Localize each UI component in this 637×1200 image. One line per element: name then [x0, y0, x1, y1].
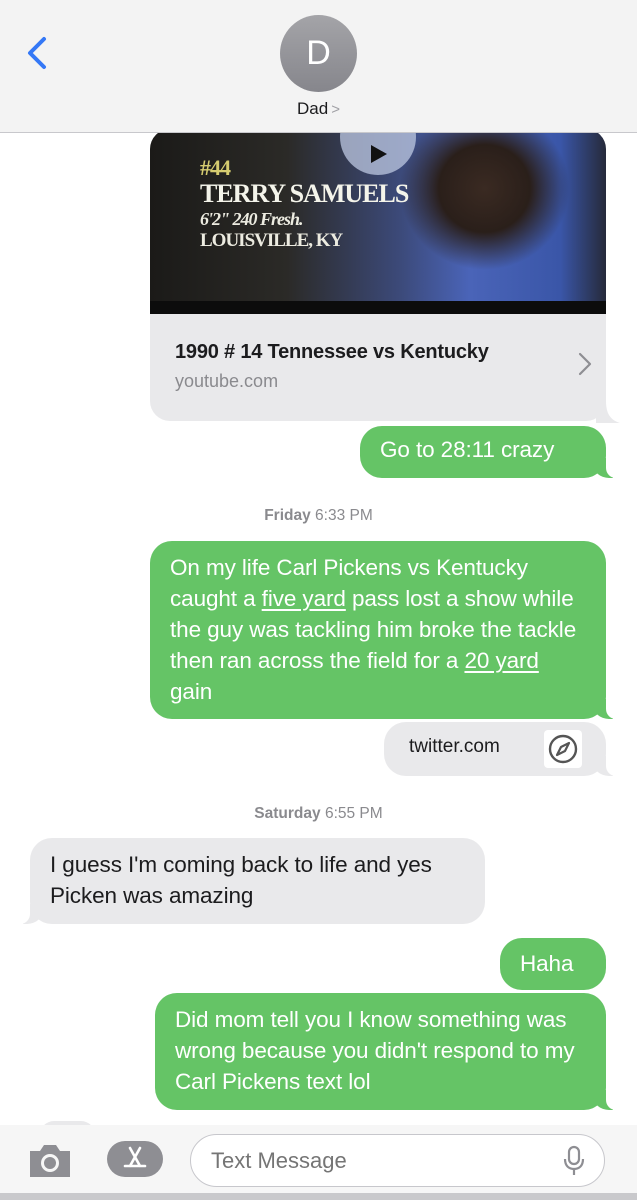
message-input[interactable] [190, 1134, 605, 1187]
conversation-header: D Dad > [0, 0, 637, 133]
timestamp-time: 6:33 PM [315, 507, 373, 524]
link-info[interactable]: 1990 # 14 Tennessee vs Kentucky youtube.… [150, 314, 606, 421]
app-store-icon [123, 1146, 147, 1168]
camera-button[interactable] [26, 1141, 74, 1181]
sent-message[interactable]: On my life Carl Pickens vs Kentucky caug… [150, 541, 620, 719]
thumbnail-player-name: TERRY SAMUELS [200, 179, 409, 208]
twitter-link-preview[interactable]: twitter.com [384, 722, 620, 776]
contact-name[interactable]: Dad > [0, 99, 637, 119]
youtube-link-preview[interactable]: #44 TERRY SAMUELS 6'2" 240 Fresh. LOUISV… [150, 133, 606, 421]
home-indicator-strip [0, 1193, 637, 1200]
sent-message[interactable]: Haha [500, 938, 606, 990]
player-image [390, 133, 600, 299]
timestamp-time: 6:55 PM [324, 805, 383, 822]
chevron-right-icon [578, 352, 592, 376]
timestamp: Friday 6:33 PM [0, 507, 637, 525]
video-thumbnail[interactable]: #44 TERRY SAMUELS 6'2" 240 Fresh. LOUISV… [150, 133, 606, 314]
thumbnail-bottom-bar [150, 301, 606, 314]
data-detector-link[interactable]: five yard [262, 586, 346, 611]
message-text: On my life Carl Pickens vs Kentucky caug… [170, 555, 576, 704]
link-domain: youtube.com [175, 371, 279, 391]
sent-message[interactable]: Did mom tell you I know something was wr… [155, 993, 620, 1110]
avatar[interactable]: D [280, 15, 357, 92]
message-text-part: gain [170, 679, 213, 704]
sent-message[interactable]: Go to 28:11 crazy [360, 426, 620, 478]
data-detector-link[interactable]: 20 yard [464, 648, 538, 673]
timestamp: Saturday 6:55 PM [0, 805, 637, 823]
message-text: I guess I'm coming back to life and yes … [50, 852, 432, 908]
contact-name-label: Dad [297, 99, 329, 118]
link-title: 1990 # 14 Tennessee vs Kentucky [175, 341, 489, 363]
compose-bar [0, 1125, 637, 1200]
play-icon [371, 145, 387, 163]
camera-icon [30, 1145, 70, 1177]
contact-chevron-icon: > [331, 101, 340, 118]
timestamp-day: Saturday [254, 805, 321, 822]
app-store-button[interactable] [107, 1141, 163, 1177]
thumbnail-hometown: LOUISVILLE, KY [200, 230, 343, 251]
message-text: Haha [520, 951, 574, 976]
dictation-button[interactable] [562, 1145, 586, 1177]
microphone-icon [563, 1145, 585, 1175]
timestamp-day: Friday [264, 507, 311, 524]
message-text: Did mom tell you I know something was wr… [175, 1007, 575, 1094]
received-message[interactable]: I guess I'm coming back to life and yes … [16, 838, 485, 924]
message-text: Go to 28:11 crazy [380, 437, 555, 462]
message-thread[interactable]: #44 TERRY SAMUELS 6'2" 240 Fresh. LOUISV… [0, 133, 637, 1125]
safari-compass-icon [544, 730, 582, 768]
avatar-initial: D [306, 34, 331, 72]
thumbnail-player-stats: 6'2" 240 Fresh. [200, 209, 304, 229]
bubble-tail [596, 401, 620, 423]
back-button[interactable] [22, 34, 52, 74]
chevron-left-icon [28, 37, 46, 69]
link-domain: twitter.com [409, 736, 500, 757]
